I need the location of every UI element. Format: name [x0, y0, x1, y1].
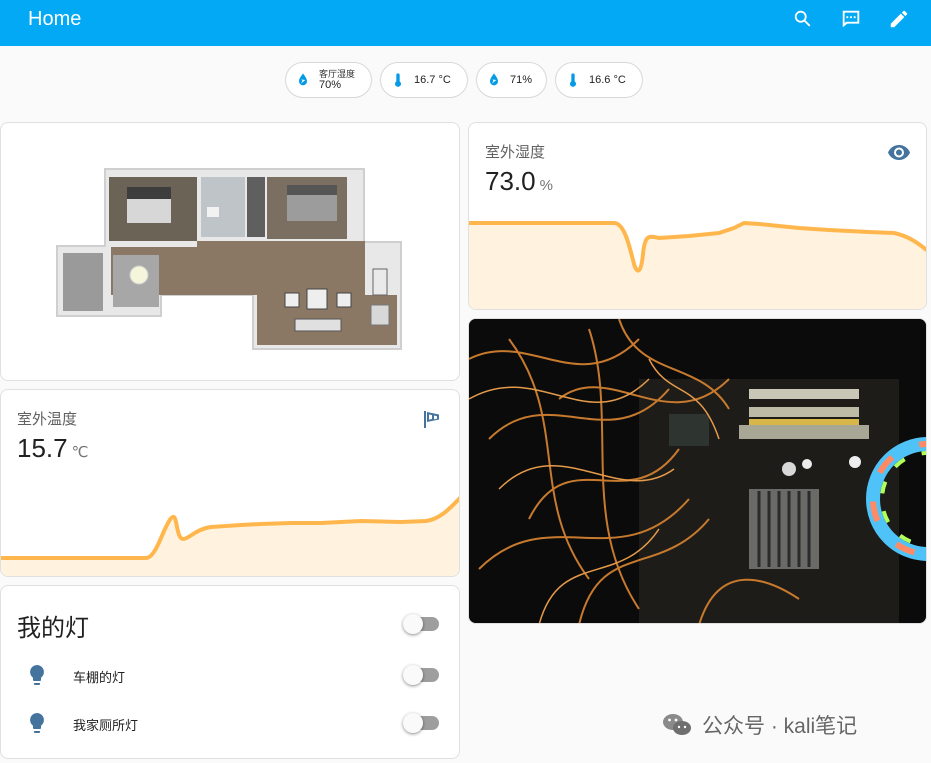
light-toggle[interactable]: [403, 665, 439, 685]
sensor-reading: 73.0%: [485, 166, 553, 197]
badge-value: 16.6 °C: [589, 73, 626, 86]
light-name: 我家厕所灯: [73, 718, 139, 733]
windsock-icon: [424, 411, 439, 428]
pencil-icon: [890, 10, 908, 28]
page-title: Home: [28, 8, 82, 30]
sensor-reading: 15.7 ℃: [17, 433, 88, 464]
light-toggle[interactable]: [403, 713, 439, 733]
sensor-icon-button[interactable]: [419, 407, 443, 431]
sensor-name: 室外温度: [17, 411, 78, 428]
search-button[interactable]: [790, 6, 816, 32]
watermark: 公众号 · kali笔记: [662, 710, 857, 740]
light-row-bathroom[interactable]: 我家厕所灯: [1, 703, 458, 743]
badge-temperature-2[interactable]: 16.6 °C: [555, 62, 643, 98]
temperature-history-graph: [1, 496, 459, 576]
lights-card: 我的灯 车棚的灯 我家厕所灯: [0, 585, 460, 759]
outdoor-temperature-card[interactable]: 室外温度 15.7 ℃: [0, 389, 460, 577]
sensor-name: 室外湿度: [485, 144, 546, 161]
outdoor-humidity-card[interactable]: 室外湿度 73.0%: [468, 122, 927, 310]
floorplan-card[interactable]: [0, 122, 460, 381]
badge-living-room-humidity[interactable]: 客厅湿度 70%: [285, 62, 372, 98]
lightbulb-icon: [30, 713, 44, 733]
lights-card-title: 我的灯: [17, 615, 89, 642]
light-name: 车棚的灯: [73, 670, 126, 685]
thermometer-icon: [395, 73, 401, 87]
lights-master-toggle[interactable]: [403, 614, 439, 634]
sensor-icon-button[interactable]: [887, 140, 911, 164]
light-icon-button[interactable]: [25, 663, 49, 687]
toggle-knob: [403, 614, 423, 634]
badge-value: 71%: [510, 73, 533, 86]
badge-value: 70%: [319, 78, 342, 91]
toggle-knob: [403, 665, 423, 685]
watermark-text: 公众号 · kali笔记: [702, 715, 858, 738]
sensor-unit: ℃: [71, 444, 89, 461]
search-icon: [794, 10, 811, 27]
app-header: Home: [0, 0, 931, 46]
light-icon-button[interactable]: [25, 711, 49, 735]
humidity-history-graph: [469, 221, 926, 309]
badge-name: 客厅湿度: [319, 68, 356, 79]
camera-card[interactable]: [468, 318, 927, 624]
badge-value: 16.7 °C: [414, 73, 451, 86]
assist-button[interactable]: [838, 6, 864, 32]
badge-bar: 客厅湿度 70% 16.7 °C 71% 16.6 °C: [0, 62, 931, 98]
thermometer-icon: [570, 73, 576, 87]
water-drop-icon: [490, 73, 498, 86]
wechat-icon: [663, 714, 691, 735]
floorplan-image: [56, 168, 402, 350]
light-row-garage[interactable]: 车棚的灯: [1, 655, 458, 695]
badge-temperature-1[interactable]: 16.7 °C: [380, 62, 468, 98]
chat-icon: [842, 10, 860, 28]
sensor-unit: %: [539, 177, 553, 194]
sensor-value: 15.7: [17, 433, 68, 463]
sensor-value: 73.0: [485, 166, 536, 196]
eye-icon: [888, 145, 910, 160]
toggle-knob: [403, 713, 423, 733]
camera-feed-image: [469, 319, 926, 623]
lightbulb-icon: [30, 665, 44, 685]
water-drop-icon: [299, 73, 307, 86]
edit-dashboard-button[interactable]: [886, 6, 912, 32]
badge-humidity-2[interactable]: 71%: [476, 62, 547, 98]
